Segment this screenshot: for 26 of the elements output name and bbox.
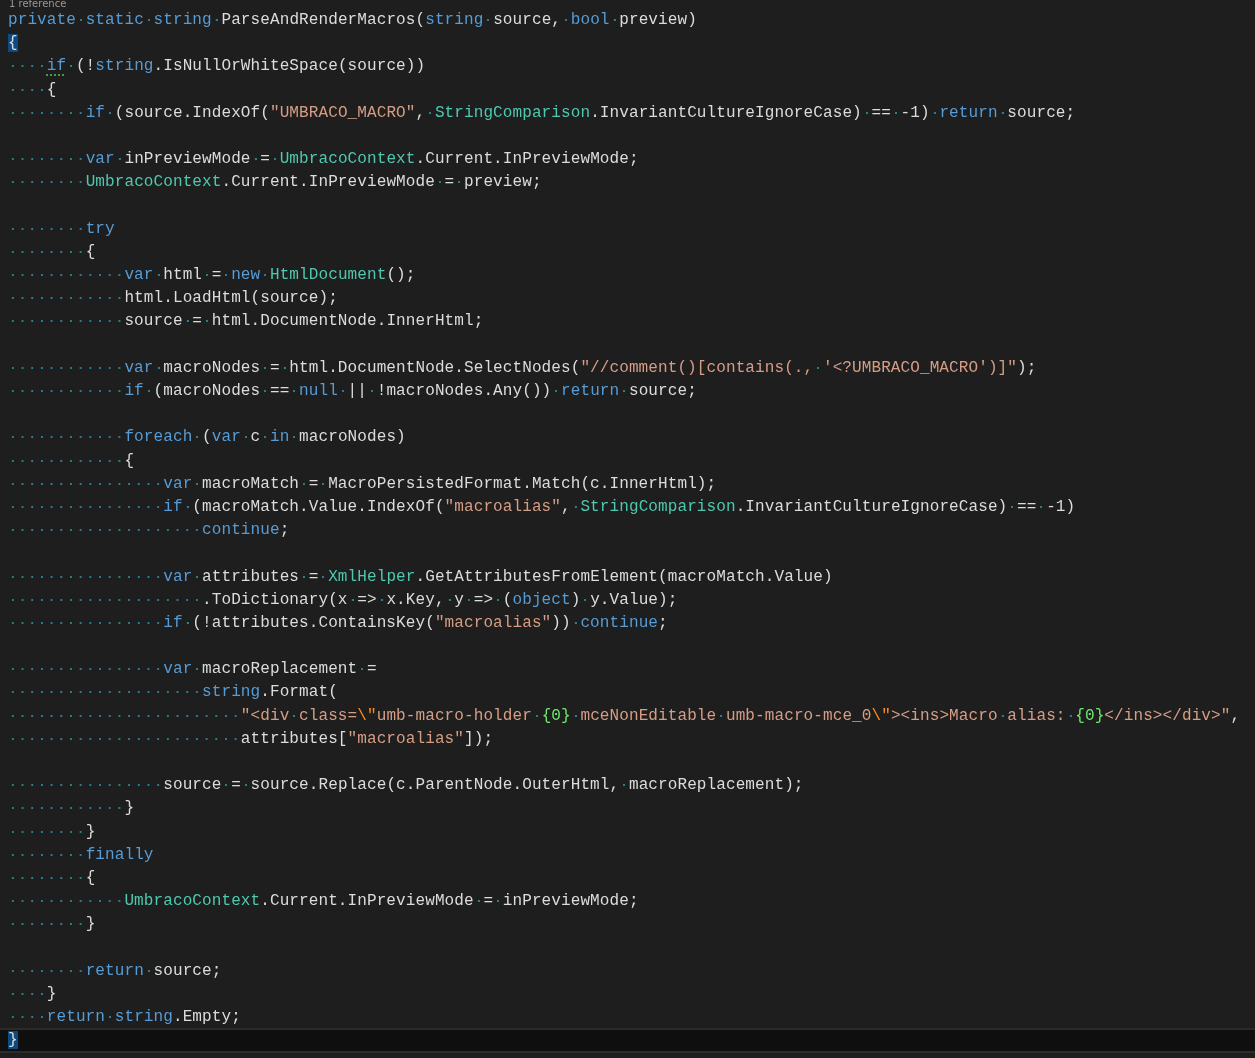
- code-line: var macroNodes = html.DocumentNode.SelectNodes("//comment()[contains(., '<?UMBRACO_MACRO')]");: [8, 356, 1037, 380]
- code-line: UmbracoContext.Current.InPreviewMode = inPreviewMode;: [8, 890, 639, 914]
- code-line: var inPreviewMode = UmbracoContext.Current.InPreviewMode;: [8, 148, 639, 172]
- code-line: foreach (var c in macroNodes): [8, 426, 406, 450]
- code-line: if (source.IndexOf("UMBRACO_MACRO", StringComparison.InvariantCultureIgnoreCase) == -1) return source;: [8, 101, 1076, 125]
- code-lens-reference-count[interactable]: 1 reference: [9, 0, 67, 9]
- code-line: private static string ParseAndRenderMacros(string source, bool preview): [8, 10, 697, 31]
- code-line: if (macroMatch.Value.IndexOf("macroalias", StringComparison.InvariantCultureIgnoreCase) == -1): [8, 495, 1076, 520]
- code-line: if (!string.IsNullOrWhiteSpace(source)): [8, 55, 426, 79]
- code-line: var macroReplacement =: [8, 658, 377, 682]
- code-line: return string.Empty;: [8, 1006, 241, 1030]
- code-line: var html = new HtmlDocument();: [8, 264, 416, 288]
- code-line: UmbracoContext.Current.InPreviewMode = preview;: [8, 171, 542, 195]
- code-line: string.Format(: [8, 681, 338, 705]
- code-line: return source;: [8, 959, 222, 983]
- code-line: attributes["macroalias"]);: [8, 727, 494, 751]
- code-line: "<div class=\"umb-macro-holder {0} mceNonEditable umb-macro-mce_0\"><ins>Macro alias: {0}</ins></div>",: [8, 704, 1241, 728]
- code-line: var attributes = XmlHelper.GetAttributesFromElement(macroMatch.Value): [8, 565, 833, 589]
- code-line: html.LoadHtml(source);: [8, 287, 338, 311]
- code-line: if (macroNodes == null || !macroNodes.Any()) return source;: [8, 380, 697, 404]
- code-line: .ToDictionary(x => x.Key, y => (object) y.Value);: [8, 588, 678, 612]
- code-line: source = html.DocumentNode.InnerHtml;: [8, 310, 484, 334]
- code-line: source = source.Replace(c.ParentNode.OuterHtml, macroReplacement);: [8, 774, 804, 798]
- code-line: if (!attributes.ContainsKey("macroalias")) continue;: [8, 611, 668, 636]
- code-line: var macroMatch = MacroPersistedFormat.Match(c.InnerHtml);: [8, 472, 717, 496]
- code-line: finally: [8, 843, 154, 867]
